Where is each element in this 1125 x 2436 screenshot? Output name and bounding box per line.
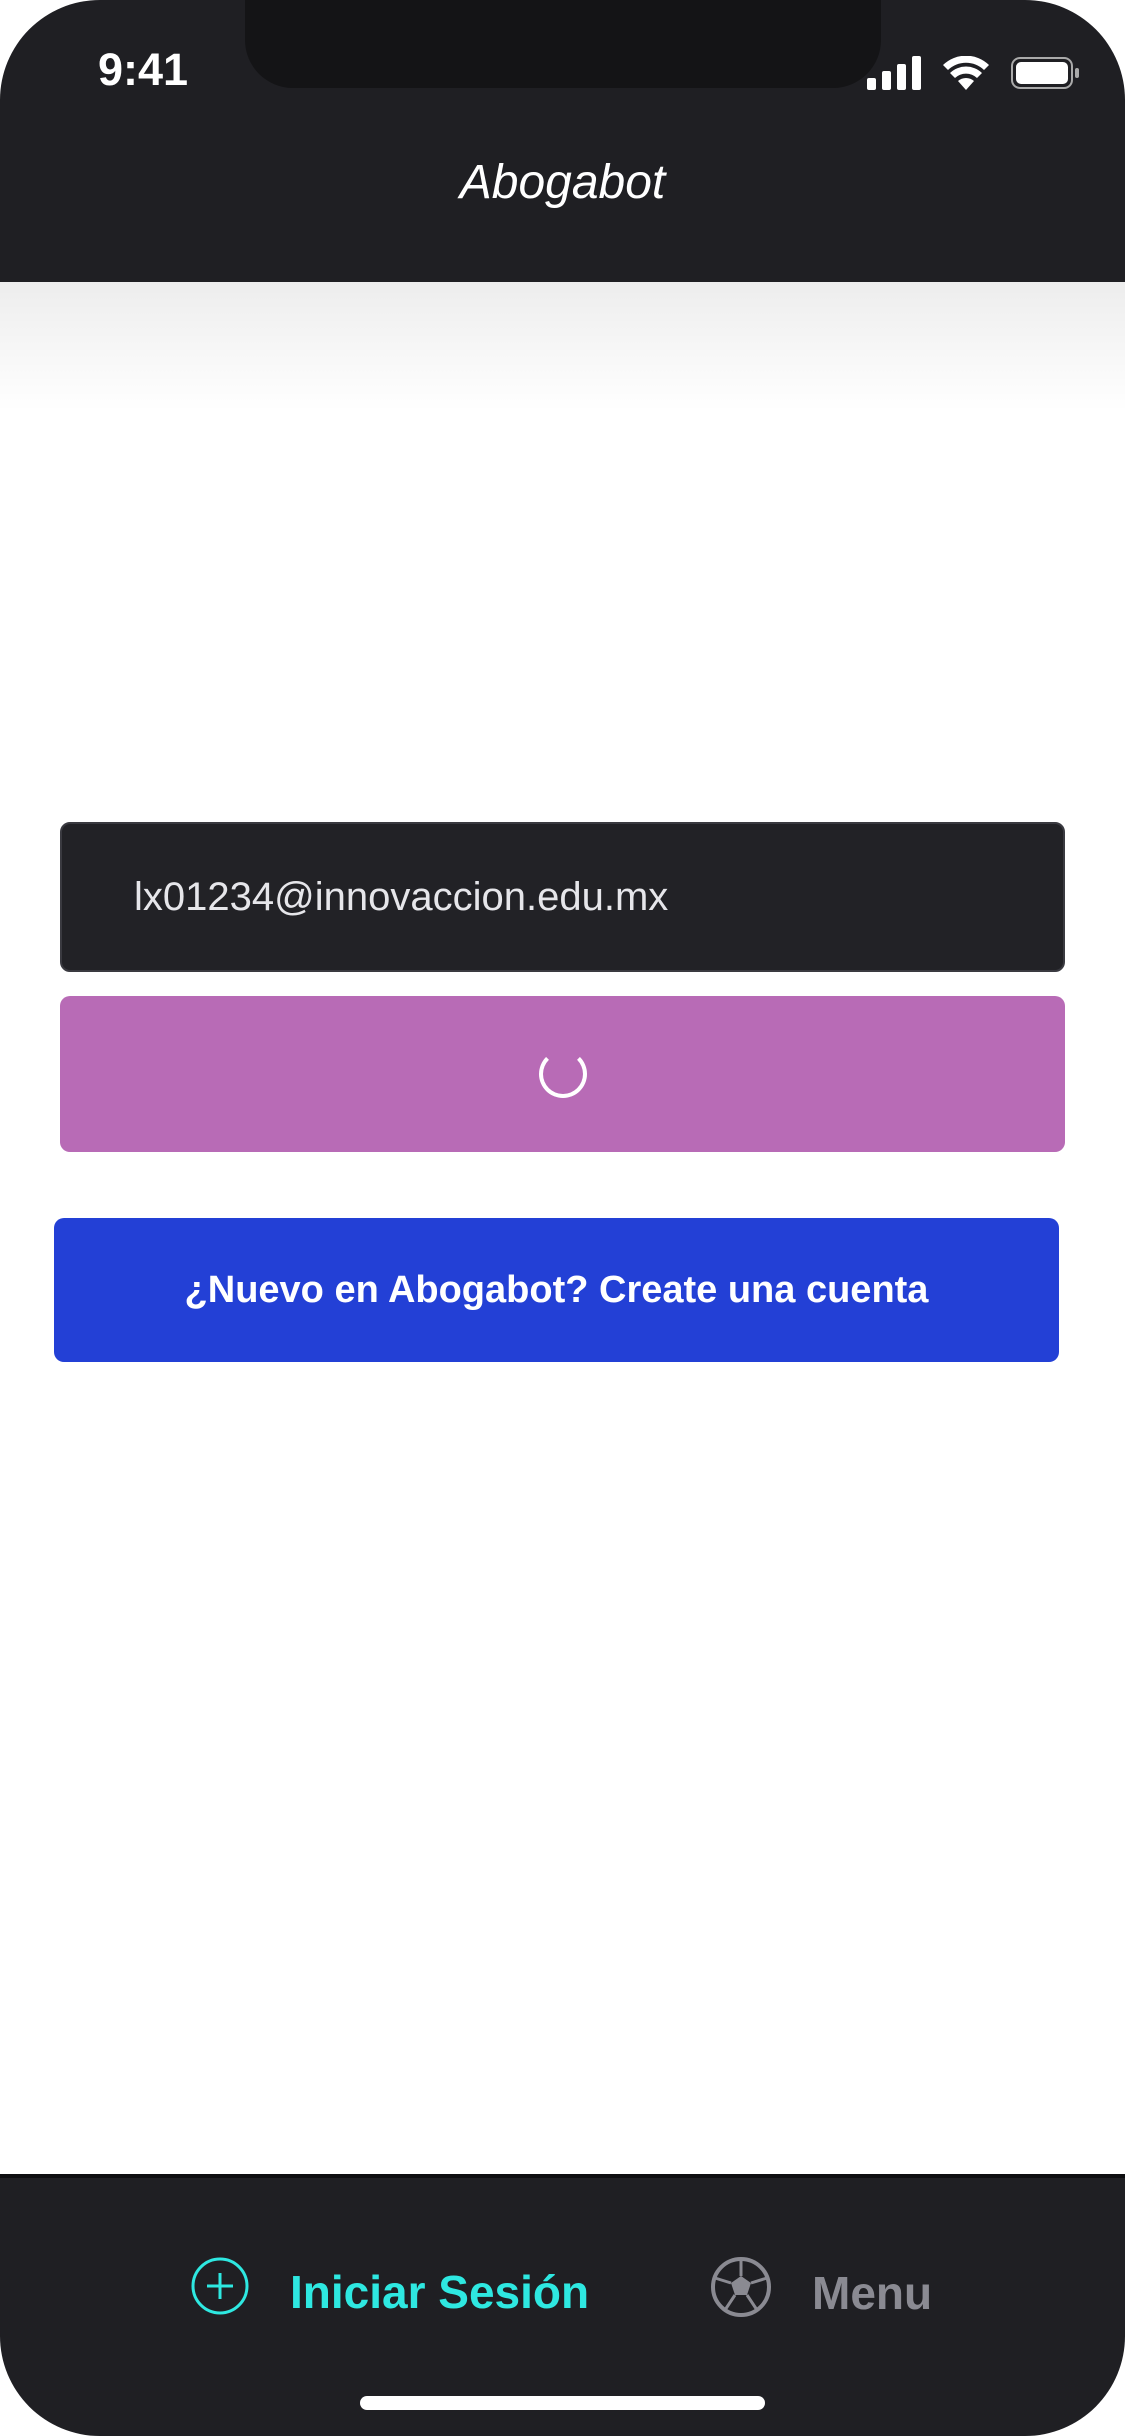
app-title: Abogabot [459,156,666,209]
status-time: 9:41 [98,44,189,95]
plus-circle-icon [190,2256,250,2327]
tab-iniciar-sesion[interactable]: Iniciar Sesión [190,2256,589,2327]
header-shadow [0,282,1125,412]
app-header: 9:41 Abogabot [0,0,1125,282]
loading-spinner-icon [538,1050,587,1098]
home-indicator [360,2396,765,2410]
create-account-button[interactable]: ¿Nuevo en Abogabot? Create una cuenta [54,1218,1059,1362]
signal-icon [867,56,921,95]
phone-screen: 9:41 Abogabot lx01234@innovaccion.edu.mx… [0,0,1125,2436]
device-notch [245,0,881,88]
email-field[interactable]: lx01234@innovaccion.edu.mx [60,822,1065,972]
battery-icon [1011,56,1081,95]
tab-menu[interactable]: Menu [710,2256,932,2329]
tab-label-iniciar-sesion: Iniciar Sesión [290,2265,590,2318]
tab-label-menu: Menu [812,2266,933,2319]
login-button[interactable] [60,996,1065,1152]
status-icons [867,55,1081,95]
wifi-icon [943,55,989,95]
soccer-ball-icon [710,2256,772,2329]
